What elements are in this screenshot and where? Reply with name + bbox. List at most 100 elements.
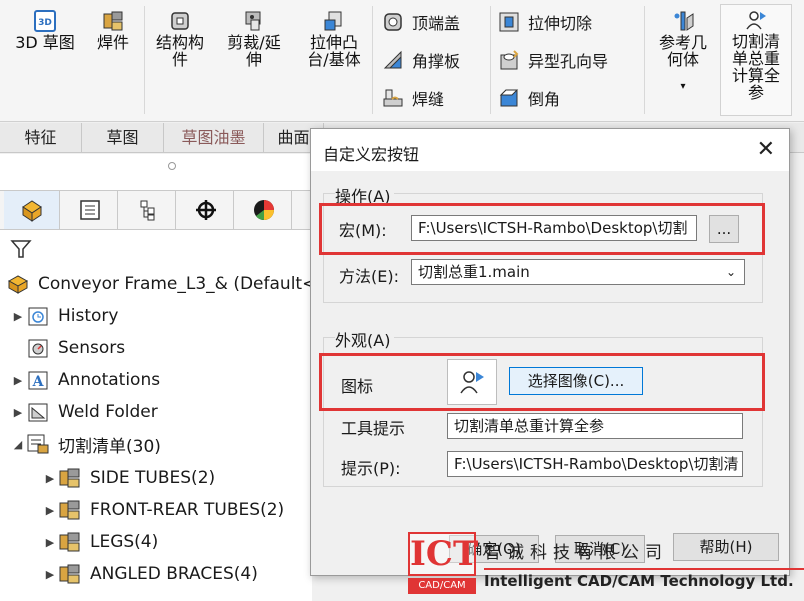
weld-bead-button[interactable]: 焊缝	[382, 84, 444, 112]
end-cap-icon	[382, 11, 404, 33]
ribbon-separator	[144, 6, 145, 114]
tab-sketch[interactable]: 草图	[82, 123, 164, 153]
structural-member-label-1: 结构构	[155, 33, 204, 52]
feature-tree-icon	[21, 200, 42, 222]
history-icon	[26, 305, 50, 327]
reference-geometry-label-2: 何体	[666, 50, 699, 69]
reference-geometry-label-1: 参考几	[658, 33, 707, 52]
tree-item-label: History	[58, 306, 119, 326]
gusset-button[interactable]: 角撑板	[382, 46, 460, 74]
tooltip-input[interactable]: 切割清单总重计算全参	[447, 413, 743, 439]
expand-arrow-icon[interactable]: ▶	[42, 568, 58, 581]
reference-geometry-button[interactable]: 参考几 何体 ▾	[650, 10, 716, 95]
tree-item-side-tubes[interactable]: ▶ SIDE TUBES(2)	[42, 464, 215, 492]
macro-label-4: 参	[747, 83, 764, 102]
filter-icon[interactable]	[10, 238, 32, 260]
extruded-cut-label: 拉伸切除	[528, 14, 593, 33]
tree-item-label: Weld Folder	[58, 402, 158, 422]
svg-text:3D: 3D	[38, 18, 52, 28]
tree-item-label: LEGS(4)	[90, 532, 159, 552]
tree-item-history[interactable]: ▶ History	[10, 302, 119, 330]
extrude-boss-button[interactable]: 拉伸凸 台/基体	[298, 10, 370, 68]
appearance-sphere-icon	[253, 200, 274, 220]
chamfer-icon	[498, 87, 520, 109]
tab-features[interactable]: 特征	[0, 123, 82, 153]
display-manager-tab[interactable]	[236, 191, 292, 229]
structural-member-icon	[169, 10, 191, 32]
tree-item-label: SIDE TUBES(2)	[90, 468, 216, 488]
expand-arrow-icon[interactable]: ▶	[10, 310, 26, 323]
tree-item-weld-folder[interactable]: ▶ Weld Folder	[10, 398, 158, 426]
hole-wizard-button[interactable]: 异型孔向导	[498, 46, 608, 74]
ict-logo: ICT	[408, 532, 479, 576]
tab-sketch-ink[interactable]: 草图油墨	[164, 123, 264, 153]
tree-item-label: FRONT-REAR TUBES(2)	[90, 500, 285, 520]
cut-list-icon	[26, 433, 50, 455]
tree-item-front-rear-tubes[interactable]: ▶ FRONT-REAR TUBES(2)	[42, 496, 284, 524]
dialog-title: 自定义宏按钮	[323, 145, 420, 164]
tree-item-sensors[interactable]: Sensors	[10, 334, 125, 362]
hole-wizard-label: 异型孔向导	[528, 52, 609, 71]
cut-list-item-icon	[58, 467, 82, 489]
dialog-title-bar: 自定义宏按钮 ✕	[311, 129, 789, 171]
configuration-manager-tab[interactable]	[120, 191, 176, 229]
reference-geometry-icon	[672, 10, 694, 32]
hole-wizard-icon	[498, 49, 520, 71]
extrude-boss-icon	[323, 10, 345, 32]
part-icon	[6, 273, 30, 295]
weld-bead-label: 焊缝	[412, 90, 445, 109]
expand-arrow-icon[interactable]: ▶	[42, 504, 58, 517]
property-manager-tab[interactable]	[62, 191, 118, 229]
crosshair-icon	[195, 200, 216, 220]
property-list-icon	[79, 200, 100, 220]
macro-button[interactable]: 切割清 单总重 计算全 参	[720, 4, 792, 116]
tree-item-legs[interactable]: ▶ LEGS(4)	[42, 528, 159, 556]
expand-arrow-icon[interactable]: ▶	[42, 472, 58, 485]
tree-item-annotations[interactable]: ▶ A Annotations	[10, 366, 160, 394]
extrude-boss-label-2: 台/基体	[307, 50, 361, 69]
trim-extend-label-1: 剪裁/延	[227, 33, 281, 52]
close-icon[interactable]: ✕	[757, 137, 775, 162]
chevron-down-icon[interactable]: ▾	[650, 78, 716, 95]
cadcam-badge: CAD/CAM	[408, 578, 476, 594]
chamfer-label: 倒角	[528, 90, 561, 109]
trim-extend-icon	[243, 10, 265, 32]
macro-highlight-box	[319, 203, 765, 255]
weld-folder-icon	[26, 401, 50, 423]
extruded-cut-icon	[498, 11, 520, 33]
collapse-arrow-icon[interactable]: ◢	[10, 438, 26, 451]
company-name-cn: 智诚科技有限公司	[484, 543, 668, 563]
company-watermark: ICT CAD/CAM 智诚科技有限公司 Intelligent CAD/CAM…	[408, 532, 804, 601]
expand-arrow-icon[interactable]: ▶	[10, 406, 26, 419]
tree-item-label: ANGLED BRACES(4)	[90, 564, 258, 584]
prompt-field-label: 提示(P):	[341, 459, 401, 478]
sketch3d-button[interactable]: 3D 3D 草图	[10, 10, 80, 51]
trim-extend-button[interactable]: 剪裁/延 伸	[218, 10, 290, 68]
dimxpert-tab[interactable]	[178, 191, 234, 229]
sketch3d-label: 3D 草图	[15, 33, 75, 52]
weldments-button[interactable]: 焊件	[86, 10, 140, 51]
expand-arrow-icon[interactable]: ▶	[10, 374, 26, 387]
weldments-label: 焊件	[96, 33, 129, 52]
prompt-input[interactable]: F:\Users\ICTSH-Rambo\Desktop\切割清	[447, 451, 743, 477]
structural-member-button[interactable]: 结构构 件	[148, 10, 212, 68]
weld-bead-icon	[382, 87, 404, 109]
extrude-boss-label-1: 拉伸凸	[309, 33, 358, 52]
end-cap-button[interactable]: 顶端盖	[382, 8, 460, 36]
extruded-cut-button[interactable]: 拉伸切除	[498, 8, 592, 36]
macro-label-1: 切割清	[731, 32, 780, 51]
sketch3d-icon: 3D	[34, 10, 56, 32]
tree-item-label: Annotations	[58, 370, 161, 390]
method-select-value: 切割总重1.main	[418, 263, 530, 281]
macro-label-3: 计算全	[731, 66, 780, 85]
tree-root-part[interactable]: Conveyor Frame_L3_& (Default<	[6, 270, 316, 298]
feature-tree-tab[interactable]	[4, 191, 60, 229]
chamfer-button[interactable]: 倒角	[498, 84, 560, 112]
method-select[interactable]: 切割总重1.main ⌄	[411, 259, 745, 285]
tree-item-cut-list[interactable]: ◢ 切割清单(30)	[10, 430, 161, 458]
command-ribbon: 3D 3D 草图 焊件 结构构 件 剪裁/延 伸 拉伸凸 台/基体 顶端盖 角撑…	[0, 0, 804, 122]
tree-item-angled-braces[interactable]: ▶ ANGLED BRACES(4)	[42, 560, 258, 588]
panel-grip-handle[interactable]	[168, 162, 176, 170]
ribbon-separator	[490, 6, 491, 114]
expand-arrow-icon[interactable]: ▶	[42, 536, 58, 549]
